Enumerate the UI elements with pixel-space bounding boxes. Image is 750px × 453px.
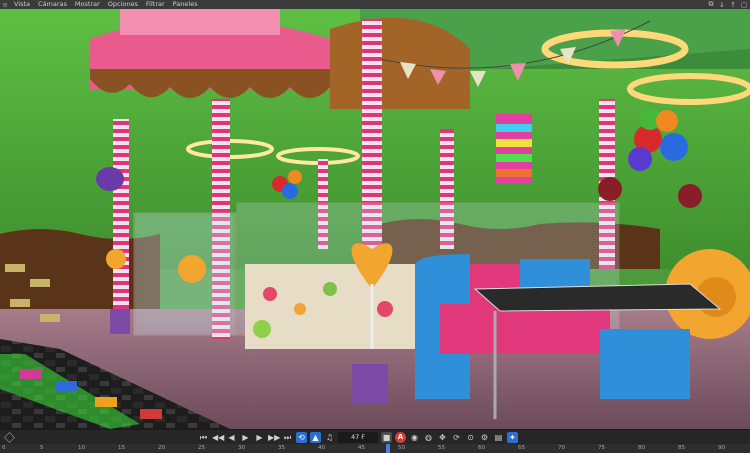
ruler-tick: 0	[2, 445, 6, 451]
ruler-tick: 5	[40, 445, 44, 451]
timeline-ruler[interactable]: 0 5 10 15 20 25 30 35 40 45 50 55 60 65 …	[0, 444, 750, 453]
keyframe-selection-icon[interactable]: ◍	[423, 432, 434, 443]
arrow-up-icon[interactable]: ↑	[729, 1, 737, 9]
playhead-marker[interactable]	[386, 444, 390, 453]
current-frame-field[interactable]: 47 F	[338, 432, 378, 443]
next-frame-icon[interactable]: ▶	[254, 432, 265, 443]
ruler-tick: 10	[78, 445, 85, 451]
ruler-tick: 85	[678, 445, 685, 451]
ruler-tick: 75	[598, 445, 605, 451]
maximize-icon[interactable]: ▢	[740, 1, 748, 9]
previous-frame-icon[interactable]: ◀	[226, 432, 237, 443]
arrow-down-icon[interactable]: ↓	[718, 1, 726, 9]
loop-icon[interactable]: ⟲	[296, 432, 307, 443]
position-key-icon[interactable]: ✥	[437, 432, 448, 443]
viewport-menubar: ≡ Vista Cámaras Mostrar Opciones Filtrar…	[0, 0, 750, 9]
ruler-tick: 30	[238, 445, 245, 451]
go-to-end-icon[interactable]: ⏭	[282, 432, 293, 443]
ruler-tick: 65	[518, 445, 525, 451]
menu-vista[interactable]: Vista	[10, 0, 34, 9]
ruler-tick: 55	[438, 445, 445, 451]
menu-opciones[interactable]: Opciones	[104, 0, 142, 9]
ruler-tick: 25	[198, 445, 205, 451]
keyframe-icon[interactable]	[4, 432, 15, 443]
ruler-tick: 80	[638, 445, 645, 451]
ruler-tick: 35	[278, 445, 285, 451]
layout-icon[interactable]: ⧉	[707, 0, 715, 9]
sound-icon[interactable]: ♫	[324, 432, 335, 443]
ruler-tick: 15	[118, 445, 125, 451]
playback-controls: ⏮ ◀◀ ◀ ▶ ▶ ▶▶ ⏭ ⟲ ▲ ♫ 47 F ■ A ◉ ◍ ✥ ⟳ ⊙…	[198, 431, 518, 444]
candy-diner-render	[0, 9, 750, 429]
parameter-key-icon[interactable]: ⚙	[479, 432, 490, 443]
ruler-tick: 60	[478, 445, 485, 451]
previous-key-icon[interactable]: ◀◀	[212, 432, 224, 443]
point-level-icon[interactable]: ✦	[507, 432, 518, 443]
ruler-tick: 40	[318, 445, 325, 451]
play-icon[interactable]: ▶	[240, 432, 251, 443]
record-mode-icon[interactable]: ■	[381, 432, 392, 443]
pla-key-icon[interactable]: ▤	[493, 432, 504, 443]
next-key-icon[interactable]: ▶▶	[268, 432, 280, 443]
menu-paneles[interactable]: Paneles	[169, 0, 202, 9]
ruler-tick: 20	[158, 445, 165, 451]
menu-filtrar[interactable]: Filtrar	[142, 0, 169, 9]
ruler-tick: 90	[718, 445, 725, 451]
viewport-menu-icon[interactable]: ≡	[0, 0, 10, 9]
playback-rate-icon[interactable]: ▲	[310, 432, 321, 443]
rotation-key-icon[interactable]: ⟳	[451, 432, 462, 443]
render-viewport[interactable]	[0, 9, 750, 429]
record-icon[interactable]: A	[395, 432, 406, 443]
ruler-tick: 50	[398, 445, 405, 451]
menu-mostrar[interactable]: Mostrar	[71, 0, 104, 9]
viewport-window-controls: ⧉ ↓ ↑ ▢	[707, 0, 748, 9]
auto-key-icon[interactable]: ◉	[409, 432, 420, 443]
timeline-bar: ⏮ ◀◀ ◀ ▶ ▶ ▶▶ ⏭ ⟲ ▲ ♫ 47 F ■ A ◉ ◍ ✥ ⟳ ⊙…	[0, 429, 750, 444]
menu-camaras[interactable]: Cámaras	[34, 0, 71, 9]
ruler-tick: 70	[558, 445, 565, 451]
ruler-tick: 45	[358, 445, 365, 451]
go-to-start-icon[interactable]: ⏮	[198, 432, 209, 443]
scale-key-icon[interactable]: ⊙	[465, 432, 476, 443]
